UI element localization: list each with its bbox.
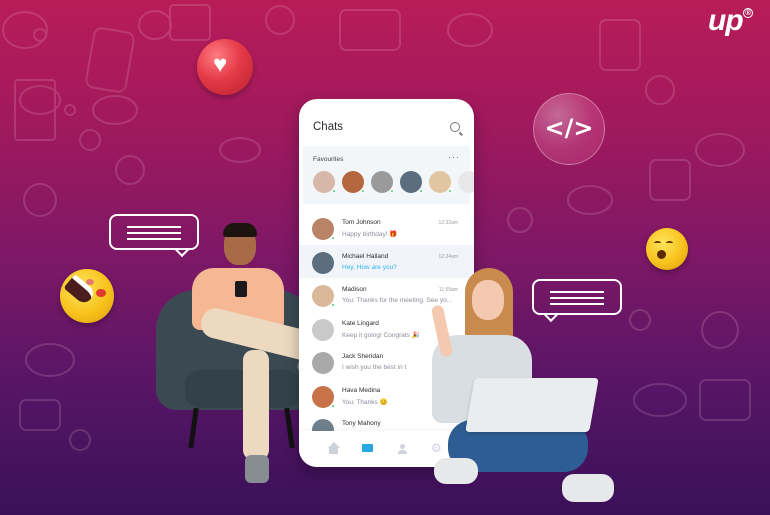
home-icon[interactable] — [328, 442, 340, 454]
contact-name: Hava Medina — [342, 386, 381, 394]
surprised-emoji-icon — [646, 228, 688, 270]
last-message: You: Thanks for the meeting. See yo... — [342, 297, 453, 304]
online-indicator — [448, 189, 452, 193]
avatar — [312, 385, 335, 408]
chat-list-item[interactable]: Michael Halland Hey, How are you? 12:24am — [299, 244, 474, 278]
last-message: You: Thanks 😊 — [342, 398, 388, 406]
speech-bubble-icon — [532, 279, 622, 323]
favourites-label: Favourites — [313, 156, 344, 163]
message-time: 11:59am — [438, 287, 458, 293]
brand-logo[interactable]: up ® — [708, 4, 753, 38]
avatar — [312, 218, 335, 240]
speech-bubble-icon — [109, 214, 199, 258]
registered-mark: ® — [742, 8, 753, 18]
chats-header: Chats — [299, 99, 474, 145]
chats-tab-icon[interactable] — [362, 443, 374, 454]
search-icon[interactable] — [450, 122, 460, 132]
contacts-icon[interactable] — [397, 443, 409, 454]
avatar — [312, 352, 334, 374]
contact-name: Madison — [342, 286, 367, 293]
favourite-avatar[interactable] — [371, 171, 394, 193]
laptop-icon — [465, 378, 599, 432]
favourite-avatar[interactable] — [458, 171, 474, 193]
heart-icon: ♥ — [213, 51, 228, 78]
favourites-section: Favourites ··· — [303, 146, 474, 204]
gear-icon[interactable]: ⚙ — [431, 442, 443, 454]
online-indicator — [419, 189, 423, 193]
contact-name: Jack Sheridan — [342, 353, 384, 360]
contact-name: Kate Lingard — [342, 319, 379, 327]
avatar — [312, 251, 334, 274]
code-icon: </> — [544, 114, 594, 142]
laughing-emoji-icon — [60, 269, 114, 323]
online-indicator — [331, 303, 335, 307]
last-message: I wish you the best in t — [342, 364, 407, 371]
logo-text: up — [708, 4, 744, 37]
avatar — [312, 285, 335, 307]
online-indicator — [332, 189, 336, 193]
contact-name: Tom Johnson — [342, 219, 381, 226]
last-message: Keep it going! Congrats 🎉 — [342, 331, 420, 339]
online-indicator — [331, 403, 335, 408]
page-title: Chats — [313, 121, 344, 133]
code-bubble: </> — [533, 93, 605, 165]
online-indicator — [331, 236, 335, 240]
favourites-row — [313, 171, 474, 193]
last-message: Hey, How are you? — [342, 263, 397, 271]
favourite-avatar[interactable] — [400, 171, 423, 193]
contact-name: Tony Mahony — [342, 420, 381, 427]
hero-banner: up ® ♥ </> Chats Favourites ··· Tom John… — [0, 0, 770, 515]
more-options-icon[interactable]: ··· — [448, 152, 460, 162]
favourite-avatar[interactable] — [429, 171, 452, 193]
online-indicator — [390, 189, 394, 193]
online-indicator — [361, 189, 365, 193]
last-message: Happy birthday! 🎁 — [342, 231, 398, 238]
chat-list-item[interactable]: Madison You: Thanks for the meeting. See … — [299, 278, 474, 312]
contact-name: Michael Halland — [342, 252, 389, 260]
heart-reaction-bubble: ♥ — [197, 39, 253, 95]
chat-list-item[interactable]: Tom Johnson Happy birthday! 🎁 12:32am — [299, 211, 474, 245]
favourite-avatar[interactable] — [342, 171, 365, 193]
message-time: 12:32am — [438, 220, 458, 226]
avatar — [312, 318, 334, 341]
message-time: 12:24am — [438, 253, 458, 260]
favourite-avatar[interactable] — [313, 171, 336, 193]
